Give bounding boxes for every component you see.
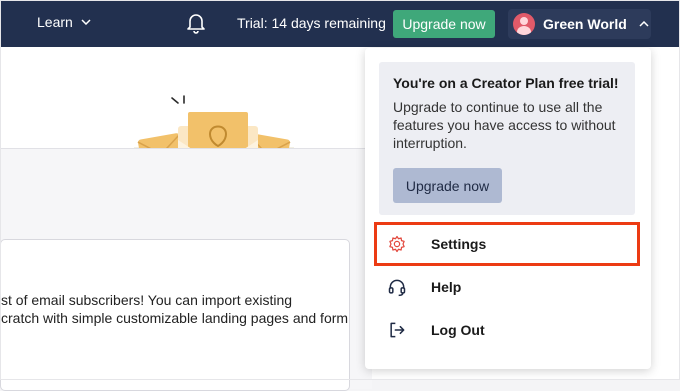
chevron-down-icon <box>81 19 91 25</box>
trial-promo-card: You're on a Creator Plan free trial! Upg… <box>379 62 635 215</box>
menu-item-help[interactable]: Help <box>375 266 639 308</box>
learn-label: Learn <box>37 14 73 30</box>
promo-upgrade-button[interactable]: Upgrade now <box>393 168 502 203</box>
upgrade-now-button[interactable]: Upgrade now <box>393 10 495 38</box>
body-text-line-1: st of email subscribers! You can import … <box>1 292 293 308</box>
chevron-up-icon <box>639 21 649 27</box>
trial-status: Trial: 14 days remaining <box>237 15 386 31</box>
body-text-line-2: cratch with simple customizable landing … <box>1 310 349 326</box>
learn-menu[interactable]: Learn <box>37 14 91 30</box>
promo-body: Upgrade to continue to use all the featu… <box>393 99 616 151</box>
settings-highlight-box <box>374 222 640 266</box>
top-navbar: Learn Trial: 14 days remaining Upgrade n… <box>0 0 680 47</box>
logout-label: Log Out <box>431 322 485 338</box>
account-dropdown: You're on a Creator Plan free trial! Upg… <box>365 48 651 369</box>
account-name: Green World <box>543 16 627 32</box>
avatar <box>513 13 535 35</box>
logout-icon <box>387 320 407 340</box>
headset-icon <box>387 277 407 297</box>
bell-icon[interactable] <box>186 12 206 34</box>
help-label: Help <box>431 279 462 295</box>
content-card: st of email subscribers! You can import … <box>0 239 350 391</box>
promo-title: You're on a Creator Plan free trial! <box>393 75 619 91</box>
account-menu[interactable]: Green World <box>508 9 651 39</box>
menu-item-logout[interactable]: Log Out <box>375 309 639 351</box>
